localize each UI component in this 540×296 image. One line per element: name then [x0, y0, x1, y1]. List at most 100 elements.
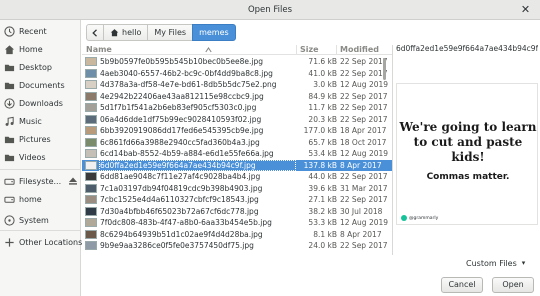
sidebar-item-label: Desktop [19, 63, 52, 72]
preview-subline: Commas matter. [426, 172, 510, 182]
sidebar-item-downloads[interactable]: Downloads [0, 95, 81, 113]
file-name: 7f0dc808-483b-4f47-a8b0-6aa33b454e5b.jpg [100, 218, 272, 227]
file-modified: 8 Apr 2017 [340, 160, 382, 170]
file-size: 53.4 kB [308, 149, 337, 158]
table-row[interactable]: 6bb3920919086dd17fed6e545395cb9e.jpg 177.… [82, 125, 392, 136]
column-separator [336, 45, 337, 55]
cancel-button[interactable]: Cancel [441, 277, 483, 293]
column-header-size[interactable]: Size [300, 45, 319, 54]
table-row[interactable]: 5d1f7b1f541a2b6eb83ef905cf5303c0.jpg 11.7… [82, 102, 392, 113]
breadcrumb-memes[interactable]: memes [192, 24, 236, 41]
table-row[interactable]: 5b9b0597fe0b595b545b10bec0b5ee8e.jpg 71.6… [82, 56, 392, 67]
table-row[interactable]: 06a4d6dde1df75b99ec9028410593f02.jpg 20.3… [82, 114, 392, 125]
back-button[interactable] [86, 24, 104, 41]
table-row[interactable]: 9b9e9aa3286ce0f5fe0e3757450df75.jpg 24.0 … [82, 240, 392, 251]
file-size: 84.9 kB [308, 91, 337, 101]
sidebar-item-desktop[interactable]: Desktop [0, 59, 81, 77]
image-thumbnail-icon [85, 68, 97, 78]
file-name: 7c1a03197db94f04819cdc9b398b4903.jpg [100, 183, 263, 193]
file-modified: 31 Mar 2017 [340, 183, 388, 193]
image-thumbnail-icon [85, 229, 97, 239]
sidebar-item-label: Documents [19, 81, 65, 90]
home-icon [110, 29, 119, 37]
close-icon[interactable]: ✕ [519, 3, 532, 16]
table-row[interactable]: 4aeb3040-6557-46b2-bc9c-0bf4dd9ba8c8.jpg… [82, 68, 392, 79]
breadcrumb-label: memes [199, 28, 229, 37]
column-header-modified[interactable]: Modified [340, 45, 379, 54]
file-size: 71.6 kB [308, 57, 337, 66]
table-row[interactable]: 8c6294b64939b51d1c02ae9f4d4d28ba.jpg 8.1 … [82, 229, 392, 240]
table-row[interactable]: 7c1a03197db94f04819cdc9b398b4903.jpg 39.6… [82, 183, 392, 194]
sidebar: Recent Home Desktop Documents Downloads … [0, 20, 82, 296]
eject-icon[interactable] [68, 176, 78, 186]
sidebar-item-home-drive[interactable]: home [0, 191, 81, 209]
file-size: 20.3 kB [308, 114, 337, 124]
window-title: Open Files [247, 5, 293, 15]
table-row[interactable]: 4d378a3a-df58-4e7e-bd61-8db5b5dc75e2.png… [82, 79, 392, 90]
breadcrumb-my-files[interactable]: My Files [147, 24, 194, 41]
sidebar-item-other-locations[interactable]: Other Locations [0, 234, 82, 252]
file-name: 9b9e9aa3286ce0f5fe0e3757450df75.jpg [100, 241, 254, 250]
breadcrumb-label: My Files [154, 28, 187, 37]
file-size: 44.0 kB [308, 172, 337, 181]
table-row[interactable]: 4e2942b22406ae43aa812115e98ccbc9.jpg 84.9… [82, 91, 392, 102]
open-button[interactable]: Open [492, 277, 534, 293]
folder-icon [4, 82, 15, 90]
image-thumbnail-icon [85, 57, 97, 66]
file-size: 38.2 kB [308, 206, 337, 216]
preview-filename: 6d0ffa2ed1e59e9f664a7ae434b94c9f.jpg [396, 44, 538, 53]
image-thumbnail-icon [85, 183, 97, 193]
column-header: Name Size Modified [82, 45, 392, 55]
file-name: 6d0ffa2ed1e59e9f664a7ae434b94c9f.jpg [99, 159, 296, 171]
sidebar-item-music[interactable]: Music [0, 113, 81, 131]
sidebar-item-home[interactable]: Home [0, 41, 81, 59]
file-name: 06a4d6dde1df75b99ec9028410593f02.jpg [100, 114, 262, 124]
image-thumbnail-icon [85, 80, 97, 89]
table-row[interactable]: 6c861fd66a3988e2940cc5fad360b4a3.jpg 65.7… [82, 137, 392, 148]
sidebar-item-pictures[interactable]: Pictures [0, 131, 81, 149]
scrollbar[interactable] [383, 58, 386, 80]
image-thumbnail-icon [85, 206, 97, 216]
table-row[interactable]: 7d30a4bfbb46f65023b72a67cf6dc778.jpg 38.2… [82, 206, 392, 217]
file-name: 8c6294b64939b51d1c02ae9f4d4d28ba.jpg [100, 229, 263, 239]
file-modified: 22 Sep 2017 [340, 241, 388, 250]
table-row[interactable]: 7cbc1525e4d4a6110327cbfcf9c18543.jpg 27.1… [82, 194, 392, 205]
file-modified: 18 Oct 2017 [340, 137, 387, 147]
file-modified: 12 Aug 2019 [340, 149, 389, 158]
drive-icon [4, 178, 15, 185]
sidebar-item-recent[interactable]: Recent [0, 23, 81, 41]
file-name: 4d378a3a-df58-4e7e-bd61-8db5b5dc75e2.png [100, 80, 277, 89]
file-size: 65.7 kB [308, 137, 337, 147]
breadcrumb-hello[interactable]: hello [103, 24, 149, 41]
chevron-left-icon [92, 28, 97, 37]
title-bar: Open Files ✕ [0, 0, 540, 20]
image-thumbnail-icon [85, 241, 97, 250]
file-list[interactable]: Name Size Modified 5b9b0597fe0b595b545b1… [82, 45, 393, 255]
folder-icon [4, 64, 15, 72]
table-row[interactable]: 6cd14bab-8552-4b59-a884-e6d1e55fe66a.jpg… [82, 148, 392, 159]
sidebar-item-filesystem[interactable]: Filesyste... [0, 173, 81, 191]
file-modified: 22 Sep 2017 [340, 91, 388, 101]
table-row[interactable]: 6d0ffa2ed1e59e9f664a7ae434b94c9f.jpg 137.… [82, 159, 392, 171]
table-row[interactable]: 7f0dc808-483b-4f47-a8b0-6aa33b454e5b.jpg… [82, 217, 392, 228]
file-modified: 22 Sep 2017 [340, 103, 388, 112]
sidebar-item-videos[interactable]: Videos [0, 149, 81, 167]
file-name: 7cbc1525e4d4a6110327cbfcf9c18543.jpg [100, 195, 259, 204]
file-type-filter[interactable]: Custom Files ▾ [466, 256, 525, 270]
sidebar-item-label: Recent [19, 27, 47, 36]
file-size: 8.1 kB [313, 229, 337, 239]
folder-icon [4, 154, 15, 162]
column-header-name[interactable]: Name [86, 45, 112, 54]
file-size: 3.0 kB [313, 80, 337, 89]
file-size: 11.7 kB [308, 103, 337, 112]
sidebar-item-label: System [19, 216, 49, 225]
clock-icon [4, 26, 15, 37]
plus-icon [5, 238, 14, 247]
table-row[interactable]: 6dd81ae9048c7f11e27af4c9028ba4b4.jpg 44.0… [82, 171, 392, 182]
sidebar-item-system[interactable]: System [0, 212, 81, 230]
file-modified: 12 Aug 2019 [340, 80, 389, 89]
file-name: 5d1f7b1f541a2b6eb83ef905cf5303c0.jpg [100, 103, 257, 112]
file-modified: 8 Apr 2017 [340, 229, 382, 239]
sidebar-item-documents[interactable]: Documents [0, 77, 81, 95]
file-size: 41.0 kB [308, 68, 337, 78]
